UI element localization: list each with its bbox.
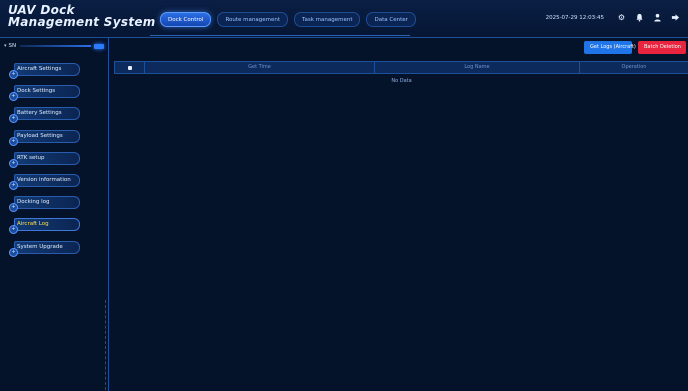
sidebar-item-label: Docking log [17, 199, 50, 206]
sidebar-item-system-upgrade[interactable]: System Upgrade + [8, 240, 82, 257]
column-header-get-time[interactable]: Get Time [145, 62, 375, 73]
logout-icon[interactable] [671, 13, 680, 22]
sidebar-item-label: Aircraft Settings [17, 66, 62, 72]
user-icon[interactable] [653, 13, 662, 22]
datetime-display: 2025-07-29 12:03:45 [545, 14, 604, 21]
sidebar-item-payload-settings[interactable]: Payload Settings + [8, 129, 82, 146]
sidebar-item-battery-settings[interactable]: Battery Settings + [8, 107, 82, 124]
plus-icon: + [9, 180, 18, 190]
plus-icon: + [9, 70, 18, 79]
tab-route-management[interactable]: Route management [217, 12, 289, 27]
header-decoration [150, 30, 410, 36]
sidebar-item-label: Aircraft Log [17, 221, 49, 228]
sn-selector[interactable]: ▾ SN [4, 40, 104, 52]
table-header: Get Time Log Name Operation [114, 61, 688, 74]
sidebar-menu: Aircraft Settings + Dock Settings + Batt… [8, 63, 82, 263]
plus-icon: + [9, 158, 18, 168]
sidebar-rail-decoration [101, 300, 106, 390]
tab-data-center[interactable]: Data Center [366, 12, 416, 27]
app-header: UAV Dock Management System Dock Control … [0, 0, 688, 38]
plus-icon: + [9, 136, 18, 146]
sidebar-item-dock-settings[interactable]: Dock Settings + [8, 85, 82, 102]
batch-delete-button[interactable]: Batch Deletion [638, 41, 686, 54]
column-header-operation: Operation [621, 64, 647, 70]
plus-icon: + [9, 92, 18, 102]
sidebar-item-label: System Upgrade [17, 243, 63, 250]
sidebar-item-label: Version information [17, 176, 71, 183]
sidebar-item-docking-log[interactable]: Docking log + [8, 196, 82, 213]
sidebar-item-label: Battery Settings [17, 110, 62, 117]
sidebar-item-aircraft-log[interactable]: Aircraft Log + [8, 218, 82, 235]
select-all-header [115, 62, 145, 73]
gear-icon[interactable]: ⚙ [617, 13, 626, 22]
app-title: UAV Dock Management System [8, 3, 156, 29]
sn-label: SN [8, 43, 17, 49]
bell-icon[interactable] [635, 13, 644, 22]
plus-icon: + [9, 114, 18, 124]
main-panel: Get Logs (Aircraft) Batch Deletion Get T… [108, 38, 688, 391]
sidebar-item-label: Dock Settings [17, 88, 56, 95]
aircraft-log-table: Get Time Log Name Operation No Data [114, 61, 688, 88]
header-actions: 2025-07-29 12:03:45 ⚙ [546, 13, 680, 22]
select-all-checkbox[interactable] [127, 65, 132, 70]
column-header-log-name[interactable]: Log Name [375, 62, 580, 73]
sidebar-item-version-information[interactable]: Version information + [8, 173, 82, 190]
tab-dock-control[interactable]: Dock Control [160, 12, 212, 27]
sidebar-item-label: RTK setup [17, 154, 45, 161]
sn-divider [20, 45, 91, 47]
plus-icon: + [9, 225, 18, 235]
tab-task-management[interactable]: Task management [294, 12, 361, 27]
chevron-down-icon: ▾ [4, 43, 7, 49]
sn-indicator [94, 43, 104, 49]
sidebar-item-label: Payload Settings [17, 132, 63, 139]
get-logs-button[interactable]: Get Logs (Aircraft) [584, 41, 636, 54]
empty-state-text: No Data [391, 78, 412, 84]
plus-icon: + [9, 247, 18, 257]
top-nav: Dock Control Route management Task manag… [160, 12, 416, 27]
sidebar: ▾ SN Aircraft Settings + Dock Settings +… [0, 38, 108, 391]
plus-icon: + [9, 203, 18, 213]
sidebar-item-aircraft-settings[interactable]: Aircraft Settings + [8, 63, 82, 79]
sidebar-item-rtk-setup[interactable]: RTK setup + [8, 151, 82, 168]
